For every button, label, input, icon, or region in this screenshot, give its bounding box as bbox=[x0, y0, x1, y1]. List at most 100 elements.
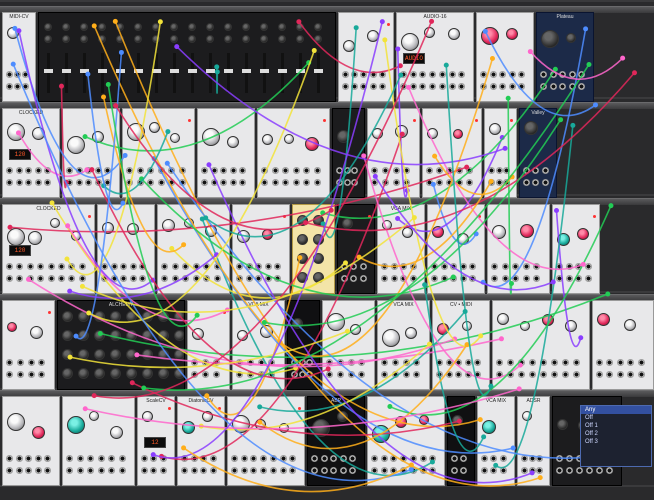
patch-jack[interactable] bbox=[540, 359, 547, 366]
knob[interactable] bbox=[327, 313, 345, 331]
patch-jack[interactable] bbox=[381, 275, 388, 282]
patch-jack[interactable] bbox=[409, 263, 417, 270]
patch-jack[interactable] bbox=[522, 275, 530, 282]
knob[interactable] bbox=[453, 129, 463, 139]
patch-jack[interactable] bbox=[6, 359, 13, 366]
patch-jack[interactable] bbox=[429, 467, 437, 474]
patch-jack[interactable] bbox=[381, 263, 388, 270]
mixer-fader[interactable] bbox=[314, 53, 323, 93]
patch-jack[interactable] bbox=[575, 275, 582, 282]
module-panel[interactable] bbox=[232, 204, 290, 294]
patch-jack[interactable] bbox=[66, 167, 73, 174]
patch-jack[interactable] bbox=[261, 179, 268, 186]
patch-jack[interactable] bbox=[298, 359, 306, 366]
patch-jack[interactable] bbox=[503, 179, 511, 186]
patch-jack[interactable] bbox=[171, 263, 179, 270]
patch-jack[interactable] bbox=[104, 179, 112, 186]
patch-jack[interactable] bbox=[460, 467, 467, 474]
patch-jack[interactable] bbox=[381, 359, 388, 366]
module-panel[interactable]: ALCHEMY bbox=[57, 300, 185, 390]
mixer-knob[interactable] bbox=[296, 35, 304, 43]
patch-jack[interactable] bbox=[565, 275, 573, 282]
patch-jack[interactable] bbox=[236, 263, 243, 270]
knob[interactable] bbox=[174, 311, 184, 322]
knob[interactable] bbox=[142, 411, 153, 422]
patch-jack[interactable] bbox=[378, 71, 386, 78]
patch-jack[interactable] bbox=[292, 179, 300, 186]
mixer-fader[interactable] bbox=[278, 53, 287, 93]
module-panel[interactable] bbox=[157, 204, 230, 294]
patch-jack[interactable] bbox=[495, 167, 503, 174]
patch-jack[interactable] bbox=[529, 359, 536, 366]
patch-jack[interactable] bbox=[15, 467, 23, 474]
knob[interactable] bbox=[78, 311, 89, 322]
patch-jack[interactable] bbox=[400, 467, 408, 474]
patch-jack[interactable] bbox=[161, 263, 168, 270]
knob[interactable] bbox=[542, 314, 554, 326]
mixer-knob[interactable] bbox=[80, 23, 88, 31]
patch-jack[interactable] bbox=[499, 455, 507, 462]
patch-jack[interactable] bbox=[409, 275, 417, 282]
knob[interactable] bbox=[142, 349, 153, 360]
knob[interactable] bbox=[227, 136, 239, 148]
patch-jack[interactable] bbox=[34, 179, 42, 186]
patch-jack[interactable] bbox=[6, 179, 13, 186]
patch-jack[interactable] bbox=[578, 83, 586, 90]
patch-jack[interactable] bbox=[342, 83, 349, 90]
patch-jack[interactable] bbox=[436, 179, 443, 186]
patch-jack[interactable] bbox=[191, 371, 198, 378]
knob[interactable] bbox=[489, 123, 501, 135]
patch-jack[interactable] bbox=[380, 467, 388, 474]
module-panel[interactable] bbox=[97, 204, 155, 294]
mixer-knob[interactable] bbox=[224, 23, 232, 31]
module-panel[interactable]: DiatonicCV bbox=[177, 396, 225, 486]
patch-jack[interactable] bbox=[279, 455, 287, 462]
patch-jack[interactable] bbox=[330, 467, 338, 474]
knob[interactable] bbox=[367, 30, 379, 42]
patch-jack[interactable] bbox=[551, 359, 558, 366]
patch-jack[interactable] bbox=[455, 371, 463, 378]
mixer-knob[interactable] bbox=[134, 35, 142, 43]
patch-jack[interactable] bbox=[540, 83, 547, 90]
patch-jack[interactable] bbox=[6, 167, 13, 174]
patch-jack[interactable] bbox=[464, 359, 472, 366]
patch-jack[interactable] bbox=[474, 359, 482, 366]
module-panel[interactable] bbox=[62, 396, 135, 486]
knob[interactable] bbox=[202, 128, 220, 146]
mixer-fader[interactable] bbox=[188, 53, 197, 93]
patch-jack[interactable] bbox=[459, 275, 467, 282]
patch-jack[interactable] bbox=[499, 71, 507, 78]
patch-jack[interactable] bbox=[523, 179, 530, 186]
patch-jack[interactable] bbox=[566, 467, 573, 474]
module-panel[interactable]: VCA MIX bbox=[232, 300, 285, 390]
patch-jack[interactable] bbox=[110, 263, 118, 270]
patch-jack[interactable] bbox=[110, 275, 118, 282]
mixer-fader[interactable] bbox=[80, 53, 89, 93]
knob[interactable] bbox=[88, 411, 99, 421]
knob[interactable] bbox=[205, 225, 218, 237]
patch-jack[interactable] bbox=[445, 359, 453, 366]
mixer-knob[interactable] bbox=[224, 35, 232, 43]
patch-jack[interactable] bbox=[34, 467, 42, 474]
patch-jack[interactable] bbox=[157, 167, 165, 174]
patch-jack[interactable] bbox=[268, 371, 276, 378]
patch-jack[interactable] bbox=[292, 167, 300, 174]
patch-jack[interactable] bbox=[358, 371, 366, 378]
patch-jack[interactable] bbox=[616, 359, 624, 366]
patch-jack[interactable] bbox=[37, 275, 45, 282]
module-panel[interactable]: CLOCKED 120 bbox=[2, 204, 95, 294]
patch-jack[interactable] bbox=[181, 455, 188, 462]
mixer-fader[interactable] bbox=[260, 53, 269, 93]
patch-jack[interactable] bbox=[246, 371, 254, 378]
mixer-fader[interactable] bbox=[206, 53, 215, 93]
knob[interactable] bbox=[382, 220, 392, 230]
patch-jack[interactable] bbox=[336, 359, 344, 366]
patch-jack[interactable] bbox=[85, 167, 93, 174]
patch-jack[interactable] bbox=[15, 455, 23, 462]
knob[interactable] bbox=[7, 123, 25, 141]
patch-jack[interactable] bbox=[97, 455, 105, 462]
mixer-knob[interactable] bbox=[116, 35, 124, 43]
patch-jack[interactable] bbox=[360, 71, 368, 78]
patch-jack[interactable] bbox=[575, 263, 582, 270]
module-panel[interactable] bbox=[292, 204, 335, 294]
